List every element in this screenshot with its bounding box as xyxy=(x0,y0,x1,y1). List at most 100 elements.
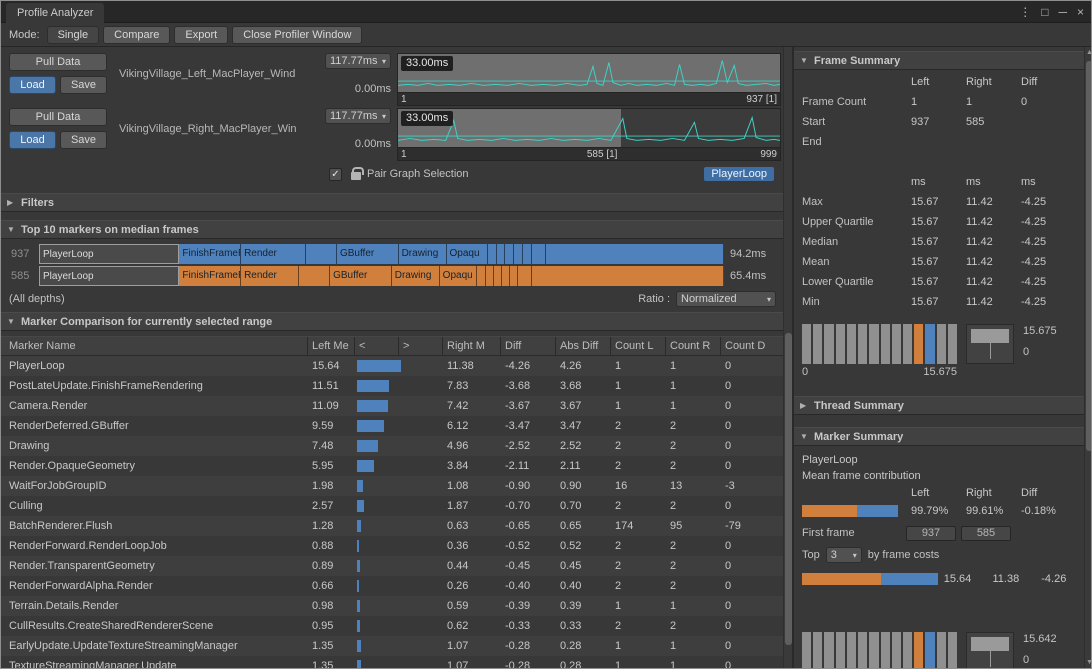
first-frame-right-button[interactable]: 585 xyxy=(961,526,1011,541)
frame-summary-foldout[interactable]: ▼ Frame Summary xyxy=(794,51,1084,70)
table-row[interactable]: RenderDeferred.GBuffer9.596.12-3.473.472… xyxy=(1,416,784,436)
scroll-up-icon[interactable]: ▲ xyxy=(1085,49,1092,56)
top10-marker-segment[interactable] xyxy=(488,244,497,264)
top10-foldout[interactable]: ▼ Top 10 markers on median frames xyxy=(1,220,784,239)
diff-cell: -4.26 xyxy=(501,356,556,376)
table-row[interactable]: PlayerLoop15.6411.38-4.264.26110 xyxy=(1,356,784,376)
scrollbar-thumb[interactable] xyxy=(785,333,792,645)
thread-summary-foldout[interactable]: ▶ Thread Summary xyxy=(794,396,1084,415)
top10-marker-segment[interactable] xyxy=(523,244,532,264)
first-frame-left-button[interactable]: 937 xyxy=(906,526,956,541)
top10-marker-segment[interactable] xyxy=(510,266,518,286)
left-scale-dropdown[interactable]: 117.77ms ▾ xyxy=(325,53,391,69)
top10-marker-segment[interactable] xyxy=(306,244,337,264)
top-n-dropdown[interactable]: 3 ▾ xyxy=(826,547,862,563)
left-value: 15.67 xyxy=(906,232,961,252)
table-row[interactable]: PostLateUpdate.FinishFrameRendering11.51… xyxy=(1,376,784,396)
top10-marker-segment[interactable] xyxy=(505,244,514,264)
top10-marker-segment[interactable]: PlayerLoop xyxy=(39,244,179,264)
pull-data-button-left[interactable]: Pull Data xyxy=(9,53,107,71)
right-scrollbar[interactable]: ▲ ▼ xyxy=(1084,47,1092,668)
foldout-collapsed-icon: ▶ xyxy=(800,401,810,410)
count-left-cell: 2 xyxy=(611,416,666,436)
top10-marker-segment[interactable] xyxy=(497,244,506,264)
comparison-bar xyxy=(357,560,360,572)
left-frame-time-graph[interactable]: 33.00ms 1 937 [1] xyxy=(397,53,781,106)
pair-graph-selection-checkbox[interactable]: ✓ xyxy=(329,168,342,181)
filters-foldout[interactable]: ▶ Filters xyxy=(1,193,784,212)
export-button[interactable]: Export xyxy=(174,26,228,44)
top10-marker-segment[interactable] xyxy=(546,244,724,264)
top10-marker-segment[interactable]: PlayerLoop xyxy=(39,266,179,286)
table-row[interactable]: Render.OpaqueGeometry5.953.84-2.112.1122… xyxy=(1,456,784,476)
top10-marker-segment[interactable] xyxy=(477,266,485,286)
top10-marker-segment[interactable]: Drawing xyxy=(399,244,447,264)
top10-marker-segment[interactable]: FinishFrameR xyxy=(179,266,241,286)
top10-marker-segment[interactable] xyxy=(518,266,532,286)
top10-marker-segment[interactable]: Opaqu xyxy=(440,266,478,286)
table-row[interactable]: WaitForJobGroupID1.981.08-0.900.901613-3 xyxy=(1,476,784,496)
marker-summary-foldout[interactable]: ▼ Marker Summary xyxy=(794,427,1084,446)
stat-label: Max xyxy=(802,192,906,212)
top10-marker-segment[interactable] xyxy=(532,244,546,264)
table-row[interactable]: EarlyUpdate.UpdateTextureStreamingManage… xyxy=(1,636,784,656)
minimize-icon[interactable]: ─ xyxy=(1058,1,1067,23)
right-graph-plot[interactable]: 33.00ms xyxy=(398,109,780,147)
maximize-icon[interactable]: □ xyxy=(1041,1,1048,23)
kebab-menu-icon[interactable]: ⋮ xyxy=(1019,1,1031,23)
close-profiler-window-button[interactable]: Close Profiler Window xyxy=(232,26,362,44)
table-row[interactable]: Render.TransparentGeometry0.890.44-0.450… xyxy=(1,556,784,576)
scroll-down-icon[interactable]: ▼ xyxy=(1085,659,1092,666)
column-abs-diff[interactable]: Abs Diff xyxy=(556,337,611,355)
table-row[interactable]: Culling2.571.87-0.700.70220 xyxy=(1,496,784,516)
left-scrollbar[interactable] xyxy=(783,47,792,668)
save-button-left[interactable]: Save xyxy=(60,76,107,94)
load-button-left[interactable]: Load xyxy=(9,76,56,94)
column-diff[interactable]: Diff xyxy=(501,337,556,355)
table-row[interactable]: BatchRenderer.Flush1.280.63-0.650.651749… xyxy=(1,516,784,536)
table-row[interactable]: Drawing7.484.96-2.522.52220 xyxy=(1,436,784,456)
table-row[interactable]: Terrain.Details.Render0.980.59-0.390.391… xyxy=(1,596,784,616)
top10-marker-segment[interactable]: Render xyxy=(241,244,306,264)
column-count-right[interactable]: Count R xyxy=(666,337,721,355)
top10-marker-segment[interactable] xyxy=(532,266,724,286)
top10-marker-segment[interactable] xyxy=(486,266,494,286)
ratio-dropdown[interactable]: Normalized ▾ xyxy=(676,291,776,307)
mode-compare-button[interactable]: Compare xyxy=(103,26,170,44)
top10-marker-segment[interactable]: Drawing xyxy=(392,266,440,286)
table-row[interactable]: RenderForward.RenderLoopJob0.880.36-0.52… xyxy=(1,536,784,556)
table-row[interactable]: RenderForwardAlpha.Render0.660.26-0.400.… xyxy=(1,576,784,596)
column-right-bar[interactable]: > xyxy=(399,337,443,355)
right-scale-dropdown[interactable]: 117.77ms ▾ xyxy=(325,108,391,124)
table-row[interactable]: CullResults.CreateSharedRendererScene0.9… xyxy=(1,616,784,636)
close-icon[interactable]: × xyxy=(1077,1,1084,23)
column-right-median[interactable]: Right M xyxy=(443,337,501,355)
tab-profile-analyzer[interactable]: Profile Analyzer xyxy=(6,3,104,23)
scrollbar-thumb[interactable] xyxy=(1086,61,1092,451)
top10-marker-segment[interactable] xyxy=(514,244,523,264)
pull-data-button-right[interactable]: Pull Data xyxy=(9,108,107,126)
marker-name-cell: TextureStreamingManager.Update xyxy=(1,656,308,668)
top10-marker-segment[interactable] xyxy=(502,266,510,286)
column-count-diff[interactable]: Count D xyxy=(721,337,784,355)
right-median-cell: 11.38 xyxy=(443,356,501,376)
mode-single-button[interactable]: Single xyxy=(47,26,100,44)
column-count-left[interactable]: Count L xyxy=(611,337,666,355)
marker-comparison-foldout[interactable]: ▼ Marker Comparison for currently select… xyxy=(1,312,784,331)
table-row[interactable]: Camera.Render11.097.42-3.673.67110 xyxy=(1,396,784,416)
top10-marker-segment[interactable]: Render xyxy=(241,266,299,286)
save-button-right[interactable]: Save xyxy=(60,131,107,149)
left-graph-plot[interactable]: 33.00ms xyxy=(398,54,780,92)
column-left-median[interactable]: Left Me xyxy=(308,337,355,355)
load-button-right[interactable]: Load xyxy=(9,131,56,149)
table-row[interactable]: TextureStreamingManager.Update1.351.07-0… xyxy=(1,656,784,668)
top10-marker-segment[interactable]: GBuffer xyxy=(337,244,399,264)
top10-marker-segment[interactable]: GBuffer xyxy=(330,266,392,286)
top10-marker-segment[interactable] xyxy=(494,266,502,286)
top10-marker-segment[interactable] xyxy=(299,266,330,286)
top10-marker-segment[interactable]: Opaqu xyxy=(447,244,488,264)
column-left-bar[interactable]: < xyxy=(355,337,399,355)
top10-marker-segment[interactable]: FinishFrameR xyxy=(179,244,241,264)
column-marker-name[interactable]: Marker Name xyxy=(1,337,308,355)
right-frame-time-graph[interactable]: 33.00ms 1 585 [1] 999 xyxy=(397,108,781,161)
